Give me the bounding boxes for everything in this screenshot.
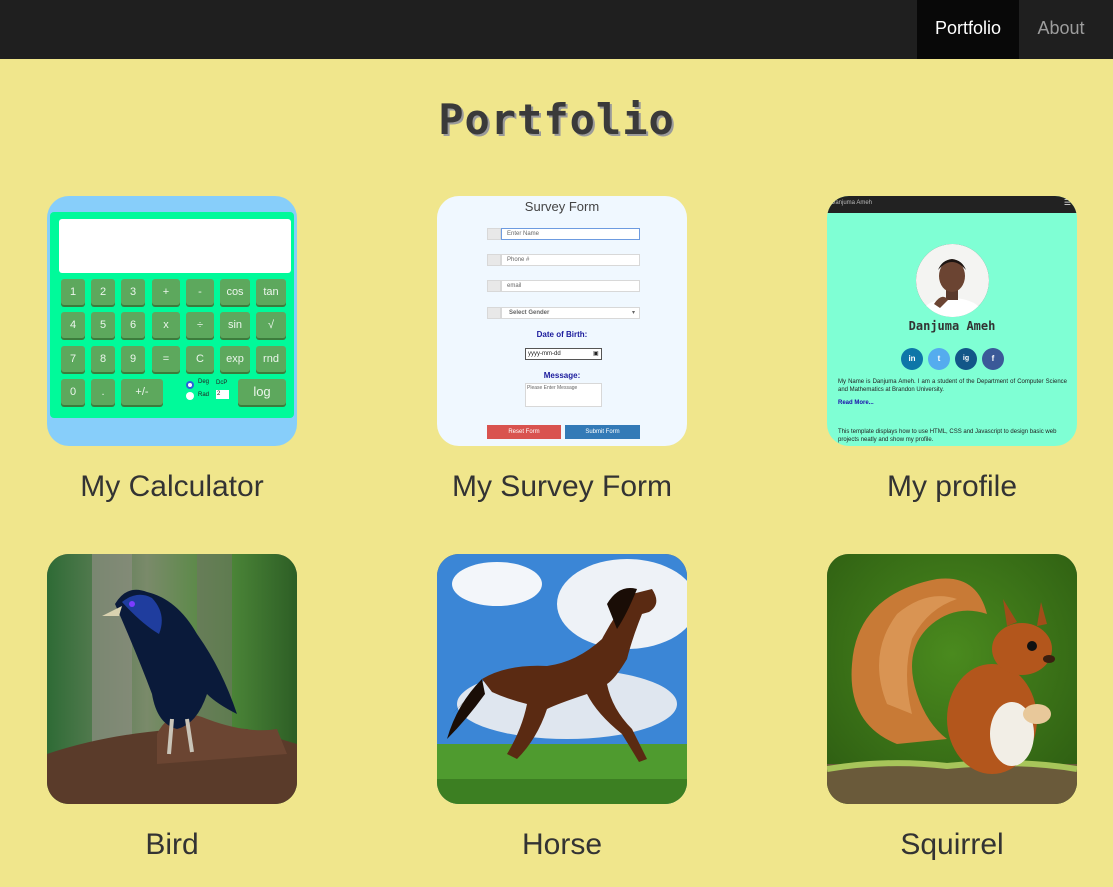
email-placeholder: email (507, 283, 522, 289)
profile-name: Danjuma Ameh (908, 319, 996, 333)
name-placeholder: Enter Name (507, 231, 540, 237)
project-caption-calculator: My Calculator (80, 470, 264, 503)
message-placeholder: Please Enter Message (527, 385, 578, 391)
avatar (916, 244, 989, 317)
calculator-preview: 1 2 3 + - cos tan 4 5 6 x ÷ sin √ 7 8 9 … (50, 212, 294, 418)
profile-footer-text: This template displays how to use HTML, … (838, 429, 1057, 443)
calc-key: tan (256, 279, 286, 305)
horse-photo[interactable] (437, 554, 687, 804)
profile-bio: My Name is Danjuma Ameh. I am a student … (838, 379, 1067, 393)
dob-label: Date of Birth: (536, 330, 588, 339)
calc-key: C (186, 346, 214, 372)
calc-key: 6 (121, 312, 145, 338)
gender-icon (487, 307, 501, 319)
deg-label: Deg (198, 379, 210, 385)
calc-key: ÷ (186, 312, 214, 338)
top-navbar: Portfolio About (0, 0, 1113, 59)
calc-key: sin (220, 312, 250, 338)
calc-key: 4 (61, 312, 85, 338)
phone-placeholder: Phone # (507, 257, 530, 263)
calc-key: 3 (121, 279, 145, 305)
survey-form-thumbnail[interactable]: Survey Form Enter Name Phone # email Sel… (437, 196, 687, 446)
page-title: Portfolio (438, 95, 675, 144)
profile-preview-brand: Danjuma Ameh (831, 200, 873, 206)
chevron-down-icon: ▾ (632, 310, 636, 316)
calc-key: 8 (91, 346, 115, 372)
calc-key: - (186, 279, 214, 305)
calculator-thumbnail[interactable]: 1 2 3 + - cos tan 4 5 6 x ÷ sin √ 7 8 9 … (47, 196, 297, 446)
submit-form-button: Submit Form (565, 425, 640, 439)
deg-radio-icon (186, 381, 194, 389)
message-label: Message: (543, 371, 581, 380)
nav-link-portfolio[interactable]: Portfolio (917, 0, 1019, 59)
calc-key: +/- (121, 379, 163, 405)
read-more-link: Read More... (838, 400, 874, 406)
project-caption-bird: Bird (145, 828, 199, 861)
reset-form-button: Reset Form (487, 425, 561, 439)
calc-key: 2 (91, 279, 115, 305)
profile-thumbnail[interactable]: Danjuma Ameh ☰ Danjuma Ameh in t ig f My… (827, 196, 1077, 446)
project-caption-squirrel: Squirrel (900, 828, 1004, 861)
profile-preview-navbar: Danjuma Ameh ☰ (827, 196, 1077, 213)
instagram-icon: ig (955, 348, 977, 370)
project-caption-profile: My profile (886, 470, 1018, 503)
decimal-places-select: 2 (216, 390, 229, 399)
calc-key: . (91, 379, 115, 405)
project-caption-horse: Horse (521, 828, 603, 861)
calc-key: √ (256, 312, 286, 338)
nav-link-about[interactable]: About (1019, 0, 1103, 59)
phone-icon (487, 254, 501, 266)
calc-key: 1 (61, 279, 85, 305)
rad-radio-icon (186, 392, 194, 400)
envelope-icon (487, 280, 501, 292)
calendar-icon: ▣ (593, 351, 599, 357)
hamburger-menu-icon: ☰ (1063, 198, 1071, 207)
calc-key: 7 (61, 346, 85, 372)
calc-key: x (152, 312, 180, 338)
squirrel-photo[interactable] (827, 554, 1077, 804)
rad-label: Rad (198, 392, 210, 398)
calc-key: cos (220, 279, 250, 305)
calc-key: 9 (121, 346, 145, 372)
gender-placeholder: Select Gender (509, 310, 550, 316)
calculator-display (59, 219, 291, 273)
calc-key: log (238, 379, 286, 405)
calc-key: 0 (61, 379, 85, 405)
calc-key: exp (220, 346, 250, 372)
date-placeholder: yyyy-mm-dd (528, 351, 561, 357)
project-caption-survey: My Survey Form (451, 470, 673, 503)
user-icon (487, 228, 501, 240)
linkedin-icon: in (901, 348, 923, 370)
bird-photo[interactable] (47, 554, 297, 804)
calc-key: 5 (91, 312, 115, 338)
twitter-icon: t (928, 348, 950, 370)
facebook-icon: f (982, 348, 1004, 370)
calc-key: rnd (256, 346, 286, 372)
calc-key: + (152, 279, 180, 305)
calc-key: = (152, 346, 180, 372)
survey-preview-title: Survey Form (524, 199, 600, 214)
decimal-places-label: DcP (216, 380, 228, 386)
